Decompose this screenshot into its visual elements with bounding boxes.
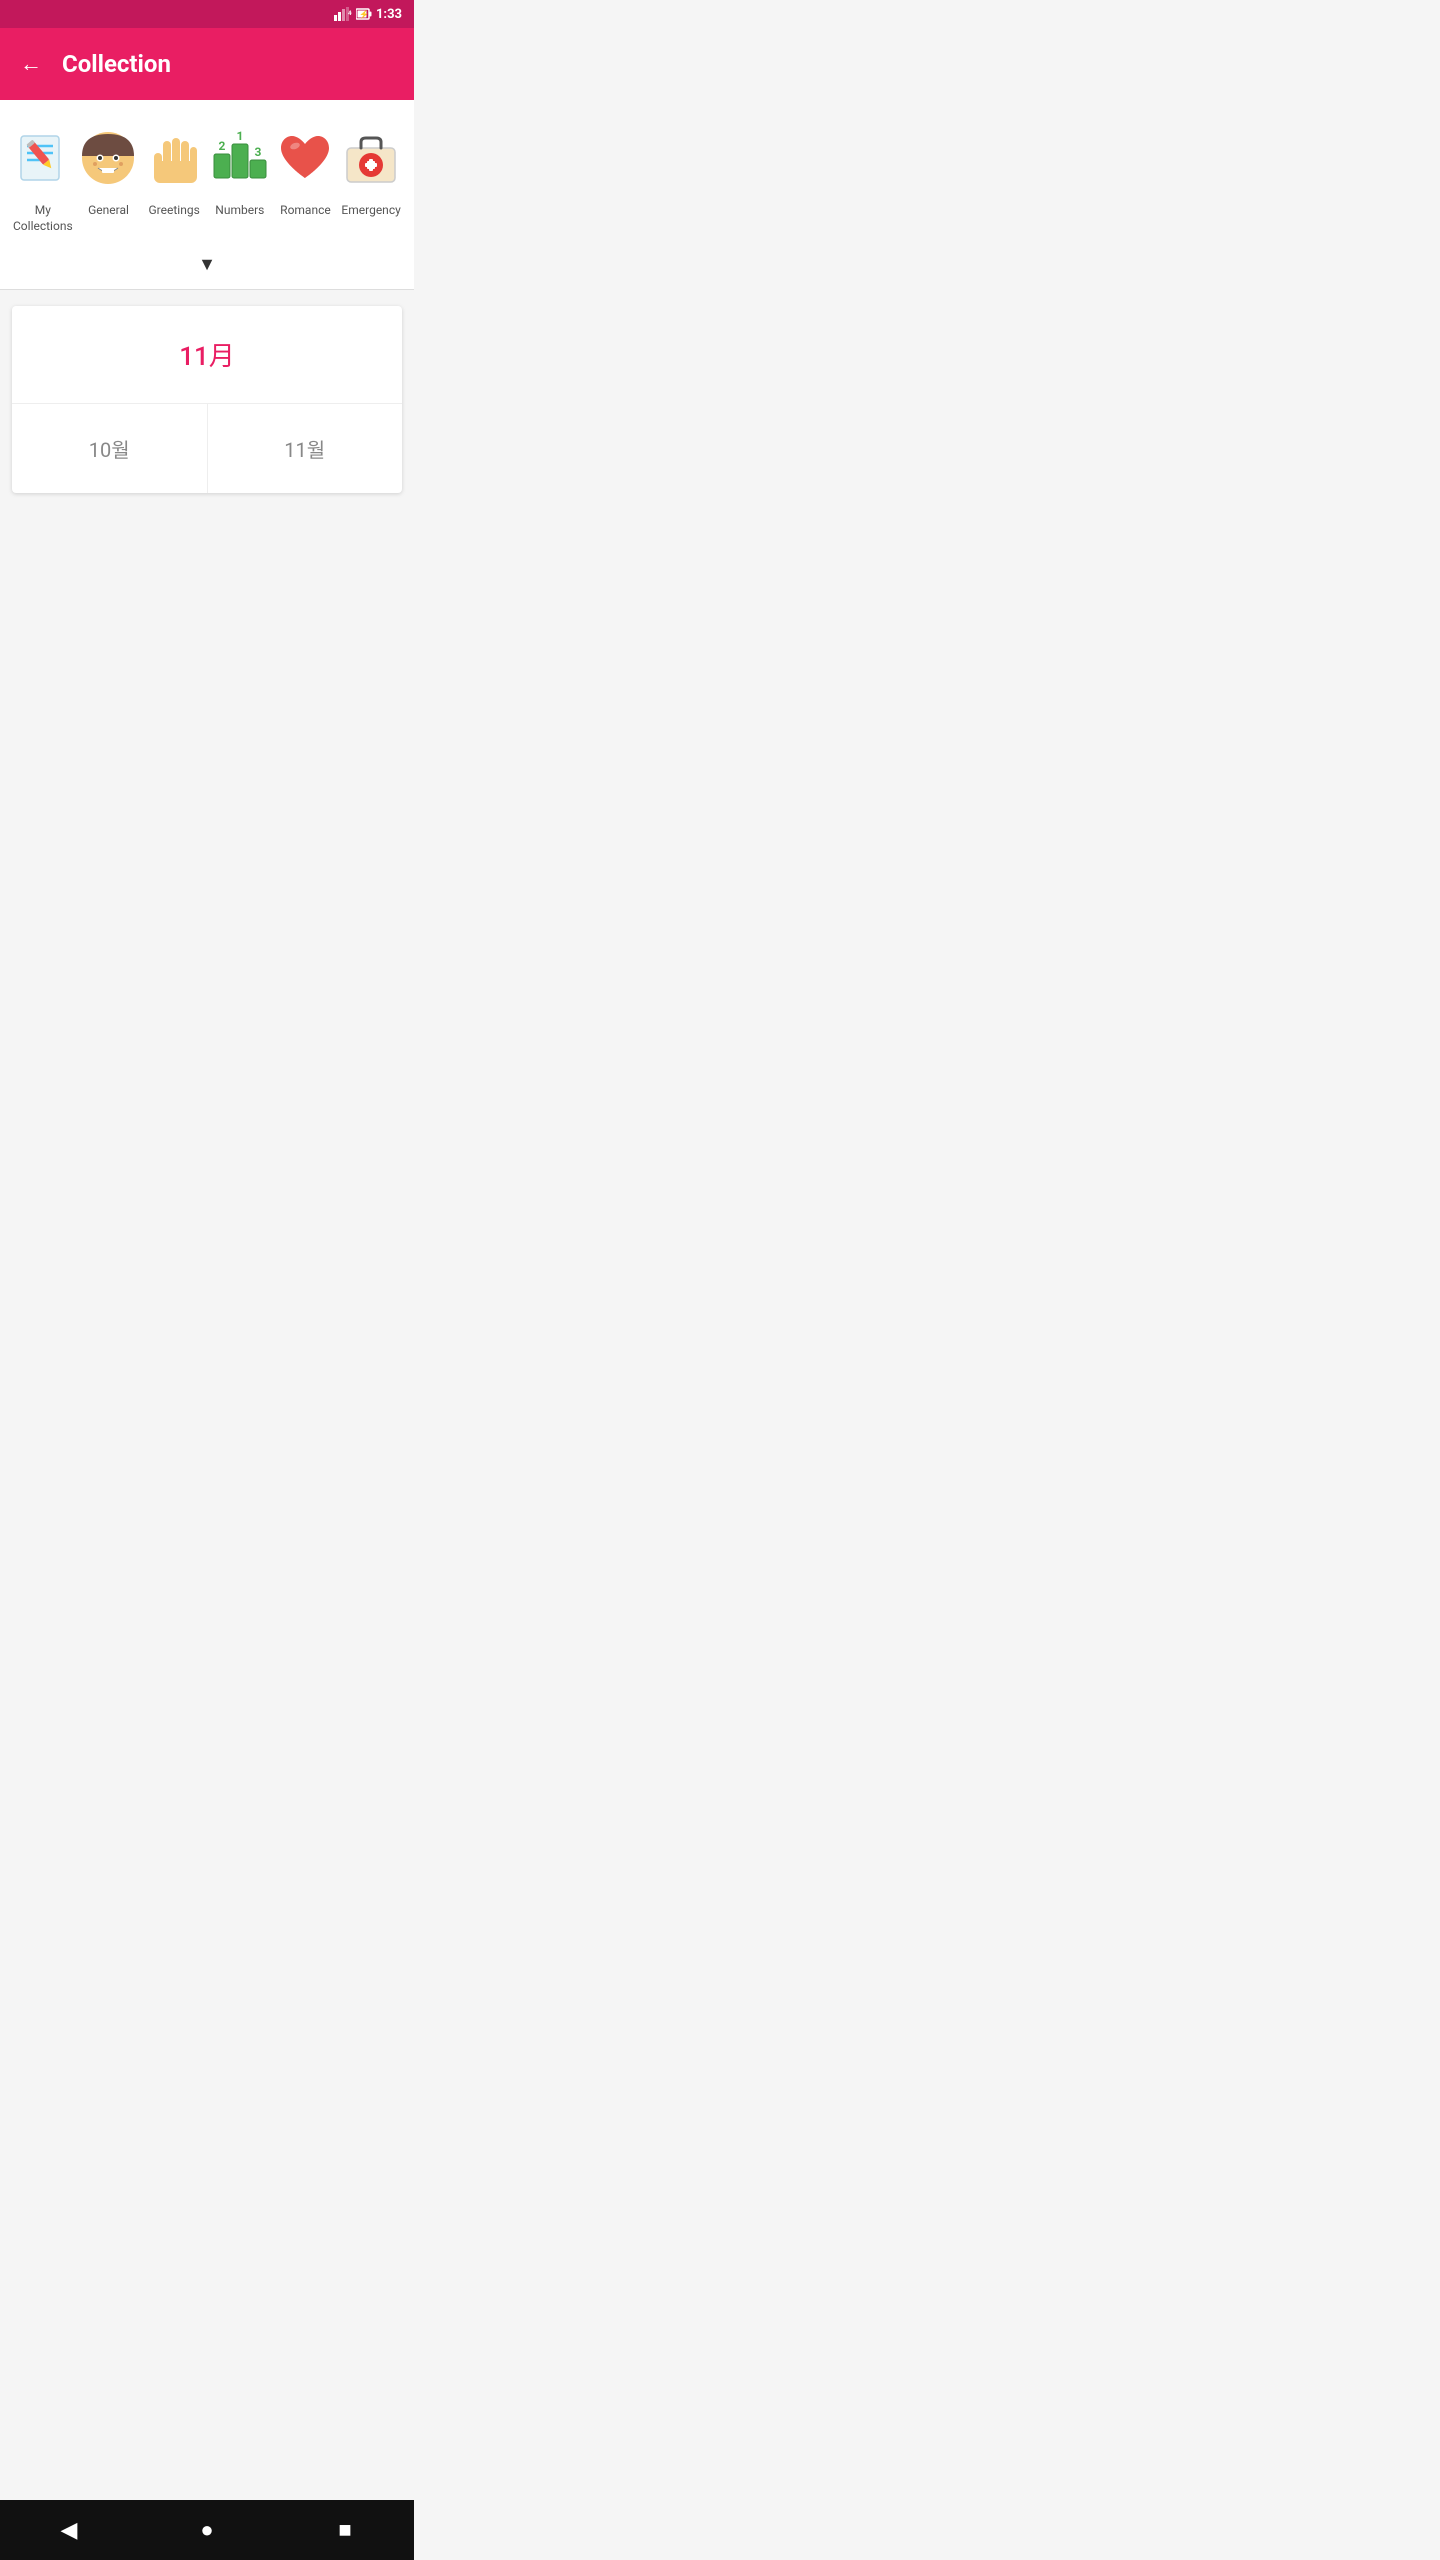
general-label: General (88, 203, 129, 219)
svg-text:⚡: ⚡ (359, 9, 369, 19)
category-item-greetings[interactable]: Greetings (142, 120, 207, 219)
divider (0, 289, 414, 290)
emergency-label: Emergency (341, 203, 400, 219)
numbers-icon: 2 1 3 (202, 120, 277, 195)
calendar-card: 11月 10월 11월 (12, 306, 402, 493)
month-cell-november[interactable]: 11월 (208, 404, 403, 493)
category-item-emergency[interactable]: Emergency (339, 120, 404, 219)
month-cell-october[interactable]: 10월 (12, 404, 208, 493)
emergency-icon (334, 120, 409, 195)
category-item-my-collections[interactable]: My Collections (10, 120, 75, 234)
status-icons: 4G ⚡ 1:33 (334, 7, 402, 22)
romance-icon (268, 120, 343, 195)
greetings-icon (137, 120, 212, 195)
battery-icon: ⚡ (356, 7, 372, 21)
general-icon (71, 120, 146, 195)
nav-recents-button[interactable]: ■ (320, 2510, 370, 2550)
svg-text:4G: 4G (348, 10, 352, 17)
numbers-label: Numbers (215, 203, 264, 219)
svg-text:1: 1 (236, 129, 243, 143)
calendar-months-row: 10월 11월 (12, 404, 402, 493)
chevron-expand-row[interactable]: ▼ (0, 244, 414, 289)
svg-text:3: 3 (254, 145, 261, 159)
nav-home-button[interactable]: ● (182, 2510, 232, 2550)
page-title: Collection (62, 50, 171, 78)
svg-text:2: 2 (218, 139, 225, 153)
signal-icon: 4G (334, 7, 352, 21)
time-display: 1:33 (376, 7, 402, 22)
greetings-label: Greetings (149, 203, 200, 219)
my-collections-label: My Collections (10, 203, 75, 234)
back-button[interactable]: ← (20, 51, 42, 77)
status-bar: 4G ⚡ 1:33 (0, 0, 414, 28)
chevron-down-icon: ▼ (198, 254, 216, 275)
category-section: My Collections (0, 100, 414, 244)
month-label-november: 11월 (284, 438, 325, 462)
category-item-general[interactable]: General (76, 120, 141, 219)
category-item-numbers[interactable]: 2 1 3 Numbers (207, 120, 272, 219)
category-item-romance[interactable]: Romance (273, 120, 338, 219)
month-label-october: 10월 (89, 438, 130, 462)
calendar-current-month: 11月 (179, 342, 235, 372)
category-row: My Collections (10, 120, 404, 234)
my-collections-icon (5, 120, 80, 195)
nav-back-button[interactable]: ◀ (44, 2510, 94, 2550)
romance-label: Romance (280, 203, 331, 219)
calendar-header: 11月 (12, 306, 402, 404)
bottom-nav: ◀ ● ■ (0, 2500, 414, 2560)
top-bar: ← Collection (0, 28, 414, 100)
